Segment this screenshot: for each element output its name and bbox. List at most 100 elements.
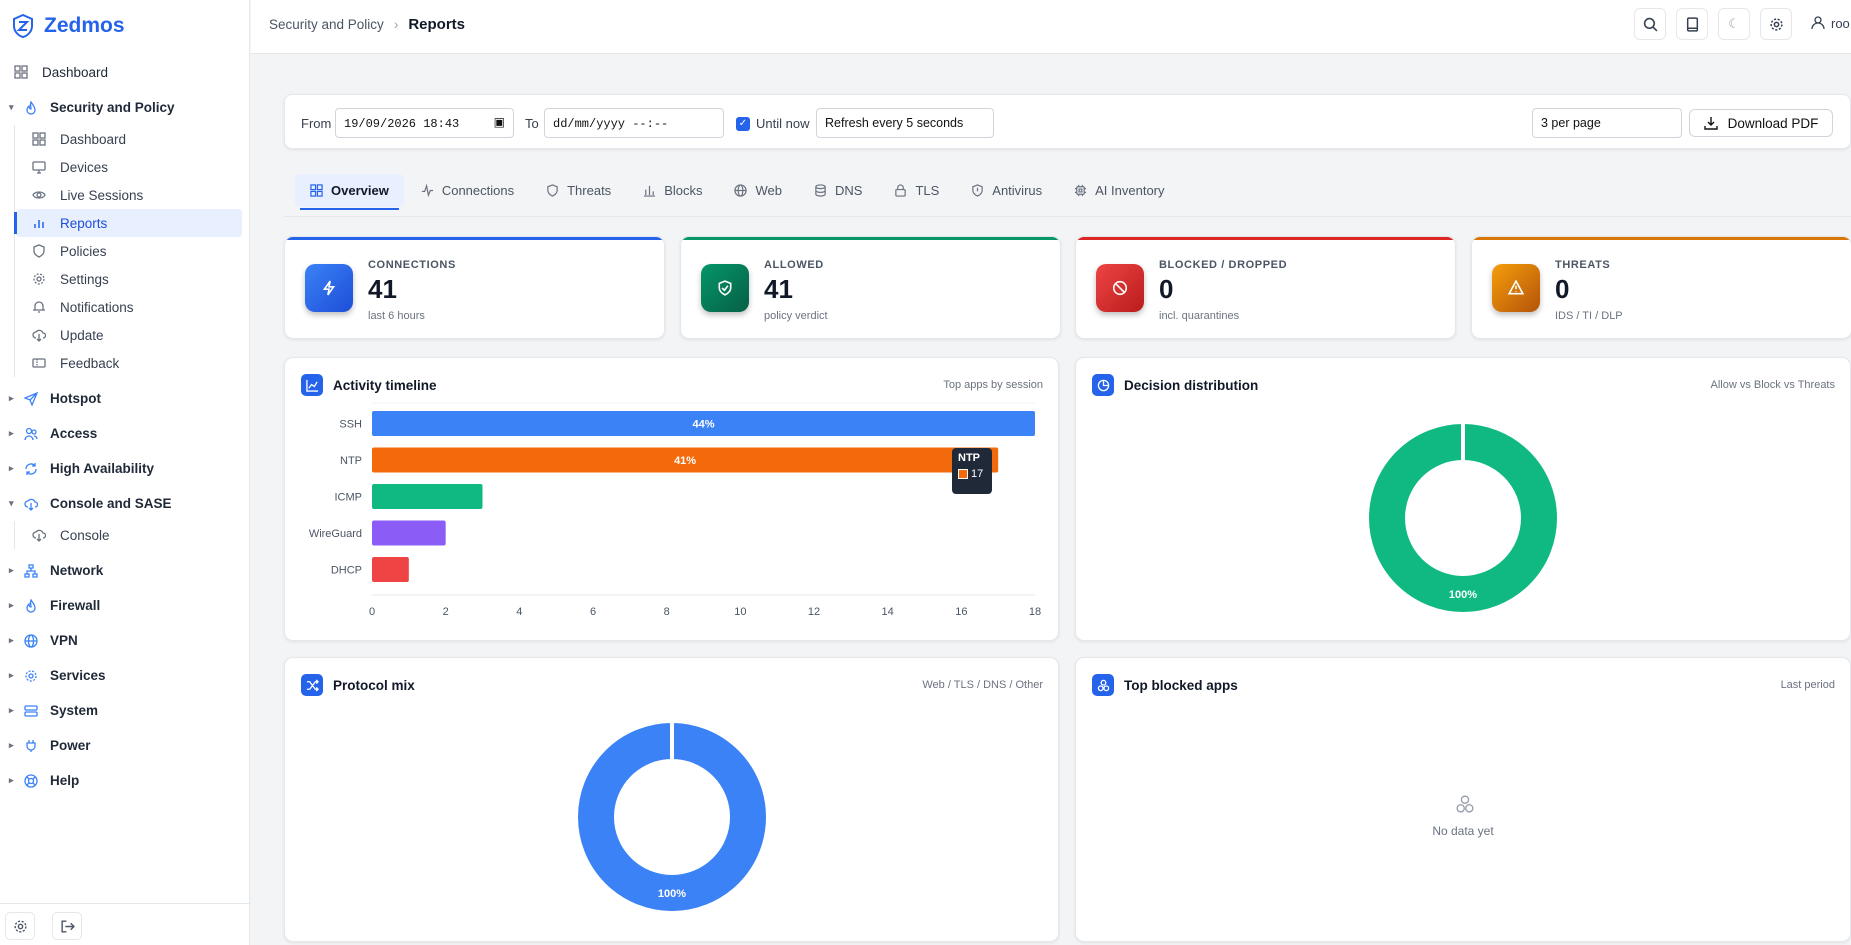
network-icon (22, 562, 40, 580)
tab-dns[interactable]: DNS (799, 174, 877, 207)
sidebar-group-label: Security and Policy (50, 100, 175, 115)
sidebar-group-access[interactable]: ▸ Access (0, 416, 250, 451)
sidebar-group-vpn[interactable]: ▸ VPN (0, 623, 250, 658)
eye-icon (30, 186, 48, 204)
breadcrumb: Security and Policy › Reports (269, 16, 465, 33)
stat-subtitle: incl. quarantines (1159, 310, 1240, 322)
sidebar-group-security[interactable]: ▾ Security and Policy (0, 90, 250, 125)
tab-tls[interactable]: TLS (879, 174, 954, 207)
stat-value: 0 (1555, 274, 1570, 304)
gear-icon (13, 919, 27, 933)
sidebar-item-devices[interactable]: Devices (0, 153, 250, 181)
tab-label: Web (755, 183, 782, 198)
sidebar-item-settings[interactable]: Settings (0, 265, 250, 293)
sidebar-group-hotspot[interactable]: ▸ Hotspot (0, 381, 250, 416)
per-page-select[interactable]: 3 per page (1532, 108, 1682, 138)
donut-label: 100% (1449, 589, 1477, 601)
tab-overview[interactable]: Overview (295, 174, 404, 210)
to-placeholder: dd/mm/yyyy --:-- (553, 117, 669, 131)
chevron-right-icon: ▸ (9, 463, 14, 473)
checkmark-icon: ✓ (736, 116, 750, 131)
donut-label: 100% (658, 888, 686, 900)
sidebar-group-network[interactable]: ▸ Network (0, 553, 250, 588)
book-icon (1686, 16, 1698, 32)
sidebar-group-console[interactable]: ▾ Console and SASE (0, 486, 250, 521)
to-datetime-input[interactable]: dd/mm/yyyy --:-- (544, 108, 724, 138)
chart-tick-label: 0 (369, 606, 375, 618)
search-button[interactable] (1634, 8, 1666, 40)
sidebar-group-services[interactable]: ▸ Services (0, 658, 250, 693)
tab-label: Blocks (664, 183, 703, 198)
app-logo[interactable]: Zedmos (12, 14, 125, 38)
chart-data-label: 44% (692, 419, 714, 431)
user-menu[interactable]: roo (1811, 16, 1850, 31)
sidebar-group-help[interactable]: ▸ Help (0, 763, 250, 798)
sidebar-item-live-sessions[interactable]: Live Sessions (0, 181, 250, 209)
sidebar-item-label: Update (60, 327, 104, 343)
stat-subtitle: policy verdict (764, 310, 828, 322)
tab-threats[interactable]: Threats (531, 174, 626, 207)
sidebar-item-feedback[interactable]: Feedback (0, 349, 250, 377)
stat-title: CONNECTIONS (368, 259, 456, 271)
user-icon (1811, 16, 1825, 30)
sidebar-group-system[interactable]: ▸ System (0, 693, 250, 728)
chevron-right-icon: ▸ (9, 705, 14, 715)
sidebar-item-policies[interactable]: Policies (0, 237, 250, 265)
shield-alert-icon (971, 184, 984, 197)
tab-antivirus[interactable]: Antivirus (956, 174, 1057, 207)
apps-icon (1092, 674, 1114, 696)
sidebar-item-notifications[interactable]: Notifications (0, 293, 250, 321)
sidebar-group-power[interactable]: ▸ Power (0, 728, 250, 763)
chart-bar (372, 557, 409, 582)
theme-toggle-button[interactable]: ☾ (1718, 8, 1750, 40)
activity-bar-chart: SSH 44% NTP 41% ICMP WireGuard DHCP 0 2 4 6 8 10 12 14… (309, 402, 1041, 618)
accent-bar (1076, 237, 1455, 240)
breadcrumb-parent[interactable]: Security and Policy (269, 17, 384, 32)
calendar-icon: ▣ (493, 116, 505, 130)
settings-button[interactable] (5, 912, 35, 940)
chevron-right-icon: ▸ (9, 428, 14, 438)
filter-bar: From 19/09/2026 18:43 ▣ To dd/mm/yyyy --:… (284, 94, 1851, 149)
sidebar-item-console[interactable]: Console (0, 521, 250, 549)
from-datetime-input[interactable]: 19/09/2026 18:43 ▣ (335, 108, 514, 138)
sidebar-item-sec-dashboard[interactable]: Dashboard (0, 125, 250, 153)
tab-ai-inventory[interactable]: AI Inventory (1059, 174, 1179, 207)
chart-tick-label: 12 (808, 606, 820, 618)
sidebar-item-dashboard[interactable]: Dashboard (0, 58, 250, 86)
refresh-icon (22, 460, 40, 478)
chevron-right-icon: ▸ (9, 393, 14, 403)
sidebar-group-label: Firewall (50, 598, 101, 613)
stat-value: 0 (1159, 274, 1174, 304)
preferences-button[interactable] (1760, 8, 1792, 40)
stat-card-connections: CONNECTIONS 41 last 6 hours (284, 236, 665, 339)
sidebar-group-ha[interactable]: ▸ High Availability (0, 451, 250, 486)
chevron-right-icon: ▸ (9, 565, 14, 575)
sidebar-group-label: Power (50, 738, 91, 753)
sidebar-item-label: Live Sessions (60, 187, 144, 203)
lifebuoy-icon (22, 772, 40, 790)
refresh-select[interactable]: Refresh every 5 seconds (816, 108, 994, 138)
lock-icon (894, 184, 907, 197)
from-label: From (301, 116, 332, 131)
download-pdf-button[interactable]: Download PDF (1689, 109, 1833, 137)
donut-gap (1461, 423, 1465, 461)
sidebar-item-label: Dashboard (42, 64, 109, 80)
stat-value: 41 (764, 274, 793, 304)
donut-gap (670, 722, 674, 760)
logout-button[interactable] (52, 912, 82, 940)
until-now-label: Until now (756, 116, 810, 131)
sidebar-group-firewall[interactable]: ▸ Firewall (0, 588, 250, 623)
sidebar-item-update[interactable]: Update (0, 321, 250, 349)
from-value: 19/09/2026 18:43 (344, 117, 460, 131)
refresh-value: Refresh every 5 seconds (825, 116, 964, 130)
tab-label: Antivirus (992, 183, 1043, 198)
chart-tooltip: NTP 17 (952, 448, 992, 494)
stat-title: BLOCKED / DROPPED (1159, 259, 1288, 271)
tab-web[interactable]: Web (719, 174, 797, 207)
sidebar-group-label: System (50, 703, 99, 718)
until-now-checkbox[interactable]: ✓ Until now (736, 116, 809, 131)
tab-connections[interactable]: Connections (406, 174, 529, 207)
docs-button[interactable] (1676, 8, 1708, 40)
sidebar-item-reports[interactable]: Reports (14, 209, 242, 237)
tab-blocks[interactable]: Blocks (628, 174, 717, 207)
